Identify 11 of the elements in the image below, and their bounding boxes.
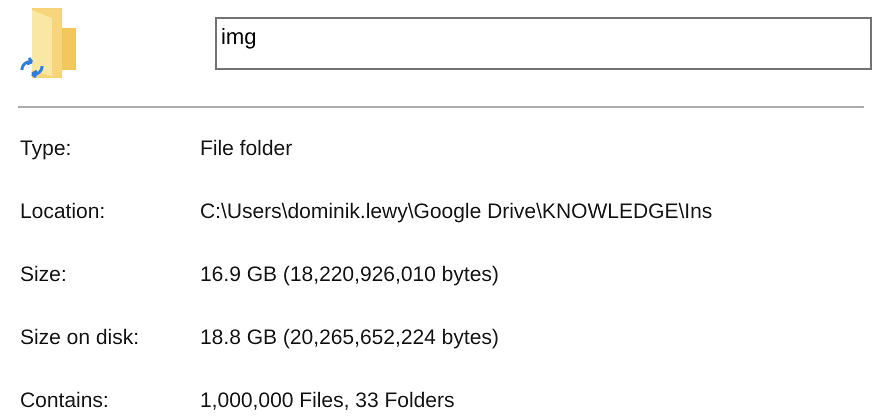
property-label: Contains: — [20, 388, 110, 414]
property-label: Location: — [20, 198, 106, 225]
name-field[interactable]: img — [215, 17, 872, 70]
property-label: Size on disk: — [20, 324, 140, 351]
property-label: Size: — [20, 262, 68, 288]
property-value: 16.9 GB (18,220,926,010 bytes) — [200, 262, 499, 288]
property-label: Type: — [20, 136, 72, 162]
property-value: C:\Users\dominik.lewy\Google Drive\KNOWLEDGE\Ins — [200, 198, 712, 225]
property-value: File folder — [200, 136, 292, 162]
property-value: 18.8 GB (20,265,652,224 bytes) — [200, 324, 499, 351]
property-value: 1,000,000 Files, 33 Folders — [200, 388, 454, 414]
